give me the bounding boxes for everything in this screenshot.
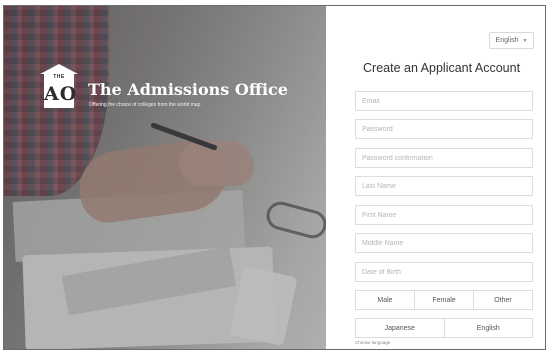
gender-selector: Male Female Other [355,290,533,310]
hero-overlay [4,6,326,349]
brand-tagline: Offering the choice of colleges from the… [89,102,201,108]
last-name-field[interactable] [355,176,533,196]
signup-form: English ▼ Create an Applicant Account Ma… [326,6,545,349]
first-name-field[interactable] [355,205,533,225]
language-select-value: English [495,37,519,44]
chevron-down-icon: ▼ [522,37,528,44]
logo-small-text: THE [53,74,65,80]
app-window: THE AO The Admissions Office Offering th… [3,5,546,350]
password-field[interactable] [355,119,533,139]
language-hint: Choose language [355,340,391,345]
language-option-japanese[interactable]: Japanese [356,319,445,337]
gender-option-male[interactable]: Male [356,291,415,309]
brand-title: The Admissions Office [88,80,288,99]
middle-name-field[interactable] [355,233,533,253]
email-field[interactable] [355,91,533,111]
logo-letters: AO [44,83,78,105]
logo-roof [40,64,78,74]
language-selector: Japanese English [355,318,533,338]
hero-image: THE AO The Admissions Office Offering th… [4,6,326,349]
form-title: Create an Applicant Account [363,61,521,75]
gender-option-female[interactable]: Female [415,291,474,309]
language-option-english[interactable]: English [445,319,533,337]
date-of-birth-field[interactable] [355,262,533,282]
password-confirmation-field[interactable] [355,148,533,168]
building-logo-icon: THE AO [40,64,78,108]
gender-option-other[interactable]: Other [474,291,532,309]
language-select[interactable]: English ▼ [489,32,534,49]
